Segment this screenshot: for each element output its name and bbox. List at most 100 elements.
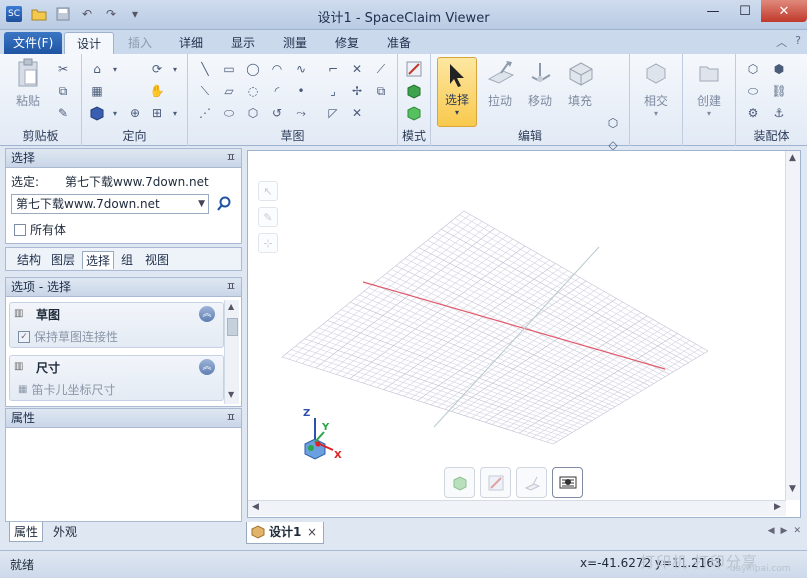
select-tool-button[interactable]: 选择 ▾ [437, 57, 477, 127]
pan-hand-icon[interactable]: ✋ [148, 82, 166, 100]
pull-button[interactable]: 拉动 [480, 58, 520, 109]
grid-view-icon[interactable] [552, 467, 583, 498]
help-icon[interactable]: ? [795, 34, 801, 50]
select-dropdown-icon[interactable]: ▾ [438, 108, 476, 117]
home-view-dropdown-icon[interactable]: ▾ [106, 60, 124, 78]
sweep-arc-icon[interactable]: ↺ [268, 104, 286, 122]
assembly-tangent-icon[interactable]: ⬡ [744, 60, 762, 78]
construction-line-icon[interactable]: ⋰ [196, 104, 214, 122]
zoom-box-icon[interactable]: ⊞ [148, 104, 166, 122]
all-bodies-row[interactable]: 所有体 [14, 221, 66, 238]
close-button[interactable]: ✕ [761, 0, 807, 22]
tangent-line-icon[interactable]: ⟍ [196, 82, 214, 100]
zoom-icon[interactable]: ⊕ [126, 104, 144, 122]
pull-mode-icon[interactable] [516, 467, 547, 498]
paste-button[interactable]: 粘贴 [8, 58, 48, 109]
point-icon[interactable]: • [292, 82, 310, 100]
keep-sketch-checkbox[interactable]: ✓ [18, 330, 30, 343]
scroll-down-icon[interactable]: ▼ [789, 484, 796, 494]
cut-icon[interactable]: ✂ [54, 60, 72, 78]
options-scrollbar[interactable]: ▲ ▼ [224, 300, 239, 404]
tab-list-icon[interactable]: ✕ [793, 526, 801, 536]
viewport-horizontal-scrollbar[interactable]: ◀ ▶ [248, 500, 786, 516]
pin-icon[interactable]: ㅍ [226, 149, 236, 167]
format-painter-icon[interactable]: ✎ [54, 104, 72, 122]
cartesian-dimensions[interactable]: ▦ 笛卡儿坐标尺寸 [18, 381, 115, 398]
tangent-arc-icon[interactable]: ◜ [268, 82, 286, 100]
tab-repair[interactable]: 修复 [323, 32, 371, 54]
zoom-dropdown-icon[interactable]: ▾ [166, 104, 184, 122]
close-tab-icon[interactable]: × [307, 522, 317, 542]
assembly-rigid-icon[interactable]: ⛓ [770, 82, 788, 100]
line-icon[interactable]: ╲ [196, 60, 214, 78]
collapse-ribbon-icon[interactable]: ︿ [776, 34, 787, 50]
maximize-button[interactable]: ☐ [729, 0, 761, 22]
fill-button[interactable]: 填充 [560, 58, 600, 109]
view-dropdown-icon[interactable]: ▾ [106, 104, 124, 122]
next-tab-icon[interactable]: ▶ [781, 526, 788, 536]
face-curve-icon[interactable]: ⤳ [292, 104, 310, 122]
tab-selection[interactable]: 选择 [82, 251, 115, 269]
scale-icon[interactable]: ◸ [324, 104, 342, 122]
spin-icon[interactable]: ⟳ [148, 60, 166, 78]
move-button[interactable]: 移动 [520, 58, 560, 109]
tab-measure[interactable]: 测量 [271, 32, 319, 54]
tab-display[interactable]: 显示 [219, 32, 267, 54]
tab-design[interactable]: 设计 [64, 32, 115, 54]
scroll-left-icon[interactable]: ◀ [252, 502, 259, 512]
section-view-icon[interactable] [480, 467, 511, 498]
spline-icon[interactable]: ∿ [292, 60, 310, 78]
prev-tab-icon[interactable]: ◀ [768, 526, 775, 536]
view-cube-icon[interactable] [88, 104, 106, 122]
tab-prepare[interactable]: 准备 [375, 32, 423, 54]
tab-properties[interactable]: 属性 [9, 522, 44, 542]
tab-insert[interactable]: 插入 [116, 32, 164, 54]
scroll-right-icon[interactable]: ▶ [774, 502, 781, 512]
select-mode-icon[interactable]: ↖ [258, 181, 278, 201]
copy-icon[interactable]: ⧉ [54, 82, 72, 100]
scroll-down-icon[interactable]: ▼ [228, 390, 234, 399]
section-mode-icon[interactable] [405, 82, 423, 100]
all-bodies-checkbox[interactable] [14, 223, 26, 236]
edit-tool-1-icon[interactable]: ⬡ [604, 114, 622, 132]
solid-mode-icon[interactable] [444, 467, 475, 498]
move-sketch-icon[interactable]: ✕ [348, 104, 366, 122]
ellipse-icon[interactable]: ⬭ [220, 104, 238, 122]
intersect-dropdown-icon[interactable]: ▾ [636, 109, 676, 118]
tab-groups[interactable]: 组 [118, 251, 136, 269]
assembly-gear-icon[interactable]: ⚙ [744, 104, 762, 122]
home-view-icon[interactable]: ⌂ [88, 60, 106, 78]
document-tab-design1[interactable]: 设计1 × [246, 522, 324, 544]
pin-icon[interactable]: ㅍ [226, 409, 236, 427]
tab-views[interactable]: 视图 [142, 251, 172, 269]
polygon-icon[interactable]: ⬡ [244, 104, 262, 122]
collapse-icon[interactable]: ︽ [199, 359, 215, 375]
collapse-icon[interactable]: ︽ [199, 306, 215, 322]
bend-icon[interactable]: ⟋ [372, 60, 390, 78]
tab-layers[interactable]: 图层 [48, 251, 78, 269]
search-icon[interactable] [216, 196, 232, 212]
minimize-button[interactable]: — [697, 0, 729, 22]
three-point-circle-icon[interactable]: ◌ [244, 82, 262, 100]
corner-icon[interactable]: ⌟ [324, 82, 342, 100]
tab-structure[interactable]: 结构 [14, 251, 44, 269]
tab-detail[interactable]: 详细 [167, 32, 215, 54]
3d-mode-icon[interactable] [405, 104, 423, 122]
assembly-align-icon[interactable]: ⬢ [770, 60, 788, 78]
keep-sketch-connectivity[interactable]: ✓ 保持草图连接性 [18, 328, 118, 345]
offset-icon[interactable]: ⌐ [324, 60, 342, 78]
create-button[interactable]: 创建 ▾ [689, 58, 729, 118]
split-icon[interactable]: ✢ [348, 82, 366, 100]
plan-view-icon[interactable]: ▦ [88, 82, 106, 100]
assembly-anchor-icon[interactable]: ⚓ [770, 104, 788, 122]
intersect-button[interactable]: 相交 ▾ [636, 58, 676, 118]
tab-appearance[interactable]: 外观 [49, 522, 81, 542]
three-point-rect-icon[interactable]: ▱ [220, 82, 238, 100]
viewport-vertical-scrollbar[interactable]: ▲ ▼ [785, 151, 800, 500]
scroll-up-icon[interactable]: ▲ [228, 302, 234, 311]
chevron-down-icon[interactable]: ▼ [198, 195, 205, 213]
sketch-mode-icon[interactable] [405, 60, 423, 78]
rectangle-icon[interactable]: ▭ [220, 60, 238, 78]
create-dropdown-icon[interactable]: ▾ [689, 109, 729, 118]
arc-icon[interactable]: ◠ [268, 60, 286, 78]
